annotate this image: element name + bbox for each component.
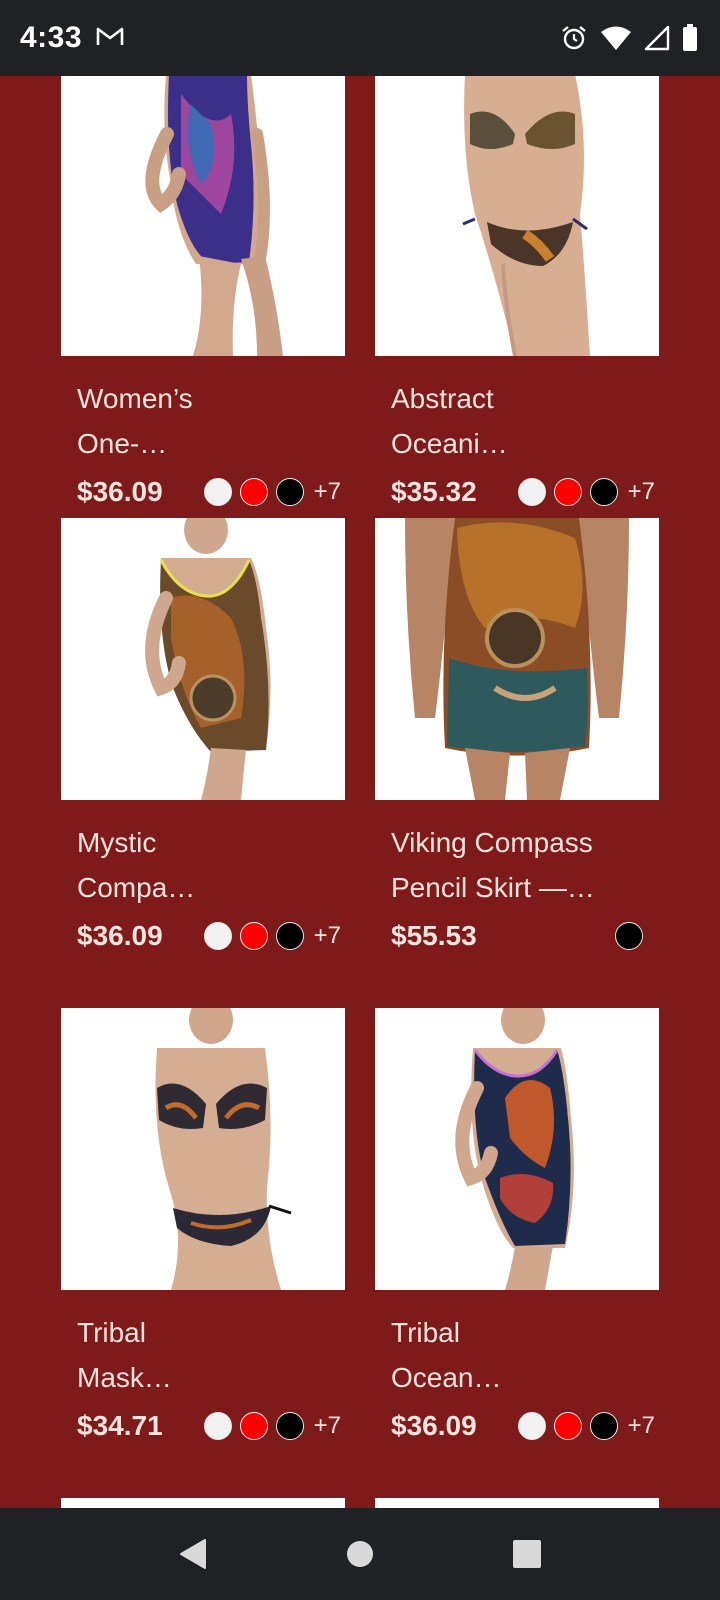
color-swatches: +7 xyxy=(517,478,655,506)
product-title[interactable]: Mystic Compa… xyxy=(61,820,345,910)
product-image[interactable] xyxy=(375,1008,659,1290)
product-image[interactable] xyxy=(375,518,659,800)
product-card[interactable]: Mystic Compa… $36.09 +7 xyxy=(61,518,345,952)
wifi-icon xyxy=(600,25,632,51)
swatch-white[interactable] xyxy=(203,478,232,506)
product-card[interactable]: Abstract Oceani… $35.32 +7 xyxy=(375,76,659,508)
more-colors-count: +7 xyxy=(627,478,655,505)
swatch-black[interactable] xyxy=(275,1412,304,1440)
swatch-black[interactable] xyxy=(615,922,643,950)
swatch-red[interactable] xyxy=(553,478,582,506)
product-price: $36.09 xyxy=(391,1410,477,1441)
product-image[interactable] xyxy=(61,1008,345,1290)
status-time: 4:33 xyxy=(20,21,83,54)
swatch-black[interactable] xyxy=(275,922,304,950)
product-card[interactable]: Viking Compass Pencil Skirt —… $55.53 xyxy=(375,518,659,952)
product-price: $36.09 xyxy=(77,920,163,951)
product-price: $34.71 xyxy=(77,1410,163,1441)
product-title[interactable]: Tribal Ocean… xyxy=(375,1310,659,1400)
color-swatches: +7 xyxy=(517,1412,655,1440)
product-image[interactable] xyxy=(61,1498,345,1508)
product-price: $35.32 xyxy=(391,476,477,507)
product-card[interactable]: Tribal Mask… $34.71 +7 xyxy=(61,1008,345,1442)
swatch-black[interactable] xyxy=(589,478,618,506)
swatch-white[interactable] xyxy=(203,1412,232,1440)
navigation-bar xyxy=(0,1508,720,1600)
cell-signal-icon xyxy=(644,25,670,51)
product-card[interactable]: Women’s One-… $36.09 +7 xyxy=(61,76,345,508)
swatch-white[interactable] xyxy=(517,1412,546,1440)
home-icon xyxy=(346,1541,373,1567)
status-bar: 4:33 xyxy=(0,0,720,76)
swatch-red[interactable] xyxy=(553,1412,582,1440)
more-colors-count: +7 xyxy=(313,478,341,505)
back-button[interactable] xyxy=(163,1524,223,1584)
swatch-white[interactable] xyxy=(517,478,546,506)
product-image[interactable] xyxy=(61,518,345,800)
product-title[interactable]: Abstract Oceani… xyxy=(375,376,659,466)
more-colors-count: +7 xyxy=(627,1412,655,1439)
product-title[interactable]: Women’s One-… xyxy=(61,376,345,466)
product-image[interactable] xyxy=(61,76,345,356)
recents-button[interactable] xyxy=(497,1524,557,1584)
more-colors-count: +7 xyxy=(313,922,341,949)
product-price: $55.53 xyxy=(391,920,477,951)
more-colors-count: +7 xyxy=(313,1412,341,1439)
color-swatches: +7 xyxy=(203,478,341,506)
home-button[interactable] xyxy=(330,1524,390,1584)
battery-icon xyxy=(682,24,698,52)
product-image[interactable] xyxy=(375,1498,659,1508)
product-image[interactable] xyxy=(375,76,659,356)
swatch-red[interactable] xyxy=(239,922,268,950)
alarm-icon xyxy=(560,24,588,52)
swatch-white[interactable] xyxy=(203,922,232,950)
gmail-icon xyxy=(96,25,124,52)
product-title[interactable]: Viking Compass Pencil Skirt —… xyxy=(375,820,659,910)
product-title[interactable]: Tribal Mask… xyxy=(61,1310,345,1400)
swatch-black[interactable] xyxy=(275,478,304,506)
color-swatches xyxy=(615,922,655,950)
recents-icon xyxy=(512,1540,541,1568)
product-grid: Women’s One-… $36.09 +7 Abstract Oceani…… xyxy=(0,76,720,1508)
color-swatches: +7 xyxy=(203,922,341,950)
swatch-black[interactable] xyxy=(589,1412,618,1440)
product-price: $36.09 xyxy=(77,476,163,507)
swatch-red[interactable] xyxy=(239,1412,268,1440)
color-swatches: +7 xyxy=(203,1412,341,1440)
back-icon xyxy=(180,1539,207,1569)
swatch-red[interactable] xyxy=(239,478,268,506)
product-card[interactable]: Tribal Ocean… $36.09 +7 xyxy=(375,1008,659,1442)
